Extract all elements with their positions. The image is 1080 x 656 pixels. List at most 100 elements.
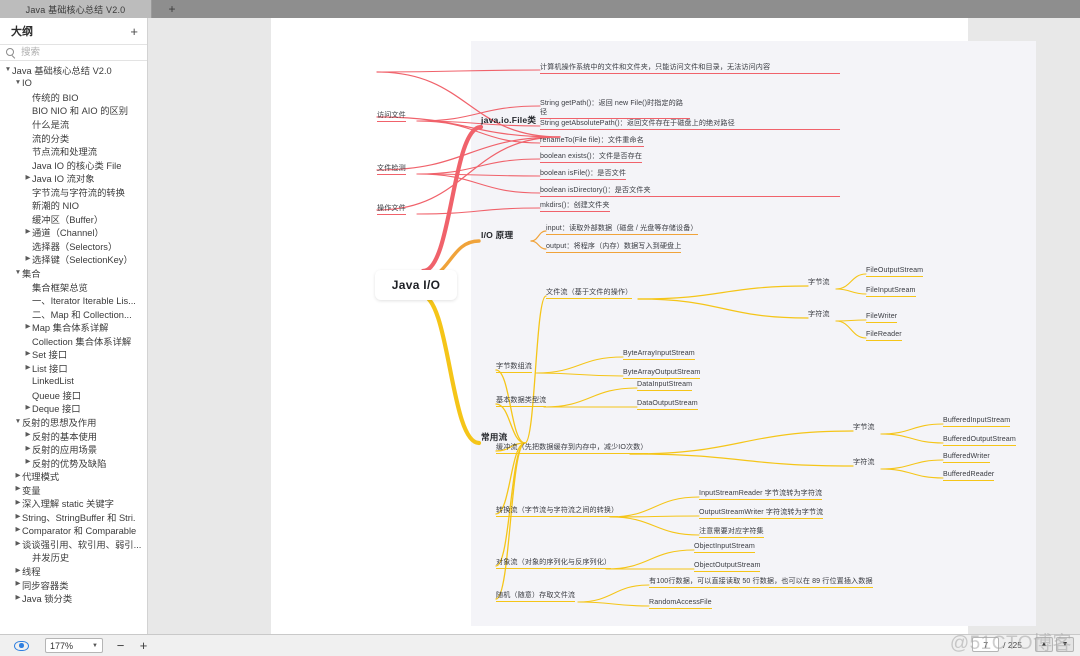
outline-item[interactable]: ·新潮的 NIO bbox=[0, 198, 147, 212]
outline-item-label: 什么是流 bbox=[32, 119, 70, 130]
outline-item[interactable]: ·并发历史 bbox=[0, 551, 147, 565]
outline-item[interactable]: ▼ 集合 bbox=[0, 266, 147, 280]
outline-item[interactable]: ▶ Java 锁分类 bbox=[0, 591, 147, 605]
chevron-right-icon[interactable]: ▶ bbox=[24, 445, 32, 453]
outline-item[interactable]: ·Collection 集合体系详解 bbox=[0, 334, 147, 348]
outline-tree[interactable]: ▼Java 基础核心总结 V2.0▼IO·传统的 BIO·BIO NIO 和 A… bbox=[0, 61, 147, 634]
outline-item[interactable]: ▶ Comparator 和 Comparable bbox=[0, 524, 147, 538]
outline-item[interactable]: ▼ IO bbox=[0, 77, 147, 91]
page-number-input[interactable]: 7 bbox=[972, 637, 1000, 652]
chevron-right-icon[interactable]: ▶ bbox=[24, 174, 32, 182]
new-tab-button[interactable]: + bbox=[152, 0, 192, 18]
outline-item[interactable]: ·集合框架总览 bbox=[0, 280, 147, 294]
outline-item[interactable]: ▶ Java IO 流对象 bbox=[0, 171, 147, 185]
outline-item[interactable]: ▶ Deque 接口 bbox=[0, 402, 147, 416]
outline-item[interactable]: ·BIO NIO 和 AIO 的区别 bbox=[0, 104, 147, 118]
outline-item[interactable]: ·一、Iterator Iterable Lis... bbox=[0, 293, 147, 307]
twisty-spacer: · bbox=[24, 107, 32, 114]
outline-item[interactable]: ▶ Set 接口 bbox=[0, 347, 147, 361]
chevron-down-icon[interactable]: ▼ bbox=[14, 269, 22, 277]
chevron-right-icon[interactable]: ▶ bbox=[24, 432, 32, 439]
chevron-right-icon[interactable]: ▶ bbox=[14, 567, 22, 575]
eye-icon[interactable] bbox=[14, 640, 29, 651]
outline-item[interactable]: ▶ 谈谈强引用、软引用、弱引... bbox=[0, 537, 147, 551]
outline-item[interactable]: ·节点流和处理流 bbox=[0, 144, 147, 158]
outline-item[interactable]: ·传统的 BIO bbox=[0, 90, 147, 104]
chevron-right-icon[interactable]: ▶ bbox=[14, 499, 22, 507]
chevron-right-icon[interactable]: ▶ bbox=[14, 594, 22, 602]
chevron-down-icon[interactable]: ▼ bbox=[4, 66, 12, 74]
chevron-right-icon[interactable]: ▶ bbox=[24, 405, 32, 412]
twisty-spacer: · bbox=[24, 243, 32, 250]
outline-item[interactable]: ·二、Map 和 Collection... bbox=[0, 307, 147, 321]
chevron-right-icon[interactable]: ▶ bbox=[14, 540, 22, 548]
chevron-right-icon[interactable]: ▶ bbox=[24, 459, 32, 466]
zoom-in-button[interactable]: + bbox=[138, 639, 149, 652]
outline-item[interactable]: ▶ 反射的基本使用 bbox=[0, 429, 147, 443]
search-row[interactable] bbox=[0, 44, 147, 61]
chevron-right-icon[interactable]: ▶ bbox=[24, 350, 32, 358]
outline-item[interactable]: ·Java IO 的核心类 File bbox=[0, 158, 147, 172]
outline-item[interactable]: ▶ 变量 bbox=[0, 483, 147, 497]
zoom-select[interactable]: 177% ▼ bbox=[45, 638, 103, 653]
chevron-down-icon[interactable]: ▼ bbox=[14, 418, 22, 426]
mindmap-canvas[interactable] bbox=[471, 41, 1036, 626]
outline-item[interactable]: ·缓冲区（Buffer） bbox=[0, 212, 147, 226]
outline-item-label: Java 基础核心总结 V2.0 bbox=[12, 65, 112, 76]
search-input[interactable] bbox=[19, 46, 139, 59]
chevron-right-icon[interactable]: ▶ bbox=[14, 486, 22, 493]
outline-item[interactable]: ▶ List 接口 bbox=[0, 361, 147, 375]
outline-item-label: 线程 bbox=[22, 567, 41, 578]
app-window: Java 基础核心总结 V2.0 + 大纲 + ▼Java 基础核心总结 V2.… bbox=[0, 0, 1080, 656]
chevron-right-icon[interactable]: ▶ bbox=[14, 513, 22, 521]
outline-item-label: Deque 接口 bbox=[32, 404, 81, 415]
outline-item[interactable]: ·LinkedList bbox=[0, 375, 147, 389]
twisty-spacer: · bbox=[24, 134, 32, 141]
outline-item[interactable]: ▼ Java 基础核心总结 V2.0 bbox=[0, 63, 147, 77]
outline-item[interactable]: ▶ 同步容器类 bbox=[0, 578, 147, 592]
outline-item[interactable]: ▶ 代理模式 bbox=[0, 469, 147, 483]
zoom-out-button[interactable]: − bbox=[115, 639, 126, 652]
outline-item-label: 反射的优势及缺陷 bbox=[32, 458, 107, 469]
outline-item-label: Collection 集合体系详解 bbox=[32, 336, 132, 347]
outline-item[interactable]: ▶ 选择键（SelectionKey） bbox=[0, 253, 147, 267]
add-outline-button[interactable]: + bbox=[130, 25, 138, 38]
twisty-spacer: · bbox=[24, 392, 32, 399]
chevron-right-icon[interactable]: ▶ bbox=[24, 256, 32, 263]
document-tab[interactable]: Java 基础核心总结 V2.0 bbox=[0, 0, 152, 18]
outline-item[interactable]: ▶ 反射的优势及缺陷 bbox=[0, 456, 147, 470]
chevron-down-icon[interactable]: ▼ bbox=[14, 80, 22, 87]
page-nav-buttons: ▲ ▼ bbox=[1035, 637, 1074, 652]
outline-item-label: 变量 bbox=[22, 485, 41, 496]
outline-item-label: 字节流与字符流的转换 bbox=[32, 187, 125, 198]
outline-item-label: 反射的思想及作用 bbox=[22, 418, 97, 428]
outline-item[interactable]: ▶ 通道（Channel） bbox=[0, 226, 147, 240]
document-area[interactable]: Java I/O java.io.File类 计算机操作系统中的文件和文件夹，只能访… bbox=[148, 18, 1066, 634]
chevron-right-icon[interactable]: ▶ bbox=[14, 581, 22, 588]
outline-item[interactable]: ·流的分类 bbox=[0, 131, 147, 145]
outline-item-label: 一、Iterator Iterable Lis... bbox=[32, 296, 136, 307]
previous-page-button[interactable]: ▲ bbox=[1035, 637, 1053, 652]
twisty-spacer: · bbox=[24, 554, 32, 561]
outline-item[interactable]: ▶ 线程 bbox=[0, 564, 147, 578]
chevron-right-icon[interactable]: ▶ bbox=[14, 527, 22, 534]
outline-item-label: LinkedList bbox=[32, 376, 74, 387]
outline-item[interactable]: ▶ String、StringBuffer 和 Stri. bbox=[0, 510, 147, 524]
outline-item[interactable]: ·Queue 接口 bbox=[0, 388, 147, 402]
outline-item[interactable]: ▶ 反射的应用场景 bbox=[0, 442, 147, 456]
outline-item[interactable]: ·选择器（Selectors） bbox=[0, 239, 147, 253]
chevron-right-icon[interactable]: ▶ bbox=[14, 472, 22, 480]
outline-item-label: Set 接口 bbox=[32, 350, 68, 361]
outline-item[interactable]: ·什么是流 bbox=[0, 117, 147, 131]
chevron-right-icon[interactable]: ▶ bbox=[24, 229, 32, 236]
outline-item[interactable]: ▶ 深入理解 static 关键字 bbox=[0, 497, 147, 511]
next-page-button[interactable]: ▼ bbox=[1056, 637, 1074, 652]
outline-item[interactable]: ·字节流与字符流的转换 bbox=[0, 185, 147, 199]
chevron-right-icon[interactable]: ▶ bbox=[24, 323, 32, 331]
outline-item[interactable]: ▼ 反射的思想及作用 bbox=[0, 415, 147, 429]
outline-item-label: 集合框架总览 bbox=[32, 282, 88, 293]
outline-item[interactable]: ▶ Map 集合体系详解 bbox=[0, 320, 147, 334]
chevron-right-icon[interactable]: ▶ bbox=[24, 364, 32, 372]
search-icon bbox=[5, 47, 16, 58]
outline-item-label: BIO NIO 和 AIO 的区别 bbox=[32, 106, 129, 117]
